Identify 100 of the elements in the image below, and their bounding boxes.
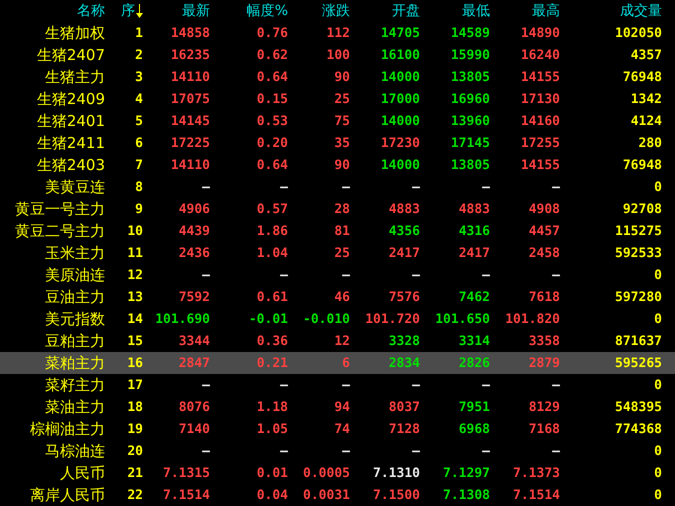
column-header[interactable]: 名称: [0, 0, 110, 22]
table-cell-text: 1.05: [256, 422, 289, 436]
table-cell-text: 2417: [388, 246, 421, 260]
table-cell-text: -0.01: [248, 312, 289, 326]
table-row[interactable]: 美原油连 12 — — — — — — 0: [0, 264, 675, 286]
instrument-name: 黄豆一号主力: [14, 200, 106, 218]
table-row[interactable]: 棕榈油主力 19 7140 1.05 74 7128 6968 7168 774368: [0, 418, 675, 440]
table-row[interactable]: 人民币 21 7.1315 0.01 0.0005 7.1310 7.1297 7.1373 0: [0, 462, 675, 484]
table-cell-text: 0.21: [256, 356, 289, 370]
table-cell-text: 871637: [614, 334, 663, 348]
instrument-name: 人民币: [59, 464, 106, 482]
instrument-name: 美元指数: [44, 310, 106, 328]
table-cell-text: —: [411, 378, 421, 392]
table-cell-text: 7.1315: [162, 466, 211, 480]
table-cell-text: —: [411, 444, 421, 458]
column-header[interactable]: 幅度%: [215, 0, 293, 22]
column-header[interactable]: 最低: [425, 0, 495, 22]
table-cell-text: —: [481, 268, 491, 282]
table-cell-text: 0.15: [256, 92, 289, 106]
table-row[interactable]: 马棕油连 20 — — — — — — 0: [0, 440, 675, 462]
table-cell-text: 9: [134, 202, 144, 216]
table-cell-text: 3314: [458, 334, 491, 348]
column-header[interactable]: 最高: [495, 0, 565, 22]
table-cell-text: 6: [341, 356, 351, 370]
table-cell-text: —: [481, 444, 491, 458]
table-cell-text: —: [201, 180, 211, 194]
instrument-name: 美原油连: [44, 266, 106, 284]
column-header[interactable]: 涨跌: [293, 0, 355, 22]
table-row[interactable]: 玉米主力 11 2436 1.04 25 2417 2417 2458 592533: [0, 242, 675, 264]
instrument-name: 生猪主力: [44, 68, 106, 86]
table-cell-text: 7.1373: [512, 466, 561, 480]
table-row[interactable]: 美元指数 14 101.690 -0.01 -0.010 101.720 101.650 101.820 0: [0, 308, 675, 330]
table-cell-text: 548395: [614, 400, 663, 414]
table-cell-text: 75: [333, 114, 351, 128]
table-cell-text: 14: [126, 312, 144, 326]
table-cell-text: 13805: [450, 158, 491, 172]
instrument-name: 离岸人民币: [29, 486, 106, 504]
table-cell-text: 2826: [458, 356, 491, 370]
table-row[interactable]: 生猪2411 6 17225 0.20 35 17230 17145 17255 280: [0, 132, 675, 154]
table-row[interactable]: 生猪主力 3 14110 0.64 90 14000 13805 14155 76948: [0, 66, 675, 88]
table-row[interactable]: 离岸人民币 22 7.1514 0.04 0.0031 7.1500 7.1308 7.1514 0: [0, 484, 675, 506]
instrument-name: 生猪2409: [36, 90, 106, 108]
table-cell-text: 8: [134, 180, 144, 194]
table-cell-text: 8129: [528, 400, 561, 414]
column-header[interactable]: 序: [110, 0, 148, 22]
table-cell-text: —: [279, 378, 289, 392]
table-row[interactable]: 生猪2403 7 14110 0.64 90 14000 13805 14155 76948: [0, 154, 675, 176]
table-cell-text: 101.650: [434, 312, 491, 326]
table-cell-text: —: [279, 268, 289, 282]
table-cell-text: 4356: [388, 224, 421, 238]
table-cell-text: 0.0005: [302, 466, 351, 480]
table-row[interactable]: 生猪加权 1 14858 0.76 112 14705 14589 14890 102050: [0, 22, 675, 44]
table-cell-text: 115275: [614, 224, 663, 238]
table-cell-text: 14145: [170, 114, 211, 128]
table-cell-text: 13: [126, 290, 144, 304]
table-cell-text: 15: [126, 334, 144, 348]
table-row[interactable]: 菜粕主力 16 2847 0.21 6 2834 2826 2879 595265: [0, 352, 675, 374]
table-cell-text: 14110: [170, 70, 211, 84]
table-cell-text: 7951: [458, 400, 491, 414]
table-row[interactable]: 生猪2407 2 16235 0.62 100 16100 15990 16240 4357: [0, 44, 675, 66]
table-cell-text: 20: [126, 444, 144, 458]
table-cell-text: 0.57: [256, 202, 289, 216]
table-cell-text: 1.86: [256, 224, 289, 238]
table-cell-text: 4124: [630, 114, 663, 128]
instrument-name: 棕榈油主力: [29, 420, 106, 438]
table-cell-text: 28: [333, 202, 351, 216]
table-row[interactable]: 生猪2401 5 14145 0.53 75 14000 13960 14160 4124: [0, 110, 675, 132]
table-cell-text: 90: [333, 70, 351, 84]
table-cell-text: 0: [653, 312, 663, 326]
table-cell-text: 4906: [178, 202, 211, 216]
table-row[interactable]: 菜油主力 18 8076 1.18 94 8037 7951 8129 548395: [0, 396, 675, 418]
table-row[interactable]: 黄豆一号主力 9 4906 0.57 28 4883 4883 4908 92708: [0, 198, 675, 220]
table-cell-text: 1: [134, 26, 144, 40]
table-cell-text: 2436: [178, 246, 211, 260]
table-cell-text: —: [411, 268, 421, 282]
table-row[interactable]: 美黄豆连 8 — — — — — — 0: [0, 176, 675, 198]
instrument-name: 菜粕主力: [44, 354, 106, 372]
table-cell-text: 7.1514: [162, 488, 211, 502]
table-row[interactable]: 菜籽主力 17 — — — — — — 0: [0, 374, 675, 396]
sort-arrow-icon: [136, 4, 143, 18]
table-row[interactable]: 豆油主力 13 7592 0.61 46 7576 7462 7618 597280: [0, 286, 675, 308]
instrument-name: 生猪2401: [36, 112, 106, 130]
table-cell-text: -0.010: [302, 312, 351, 326]
table-cell-text: 2879: [528, 356, 561, 370]
instrument-name: 生猪2403: [36, 156, 106, 174]
column-header[interactable]: 开盘: [355, 0, 425, 22]
instrument-name: 豆粕主力: [44, 332, 106, 350]
table-row[interactable]: 黄豆二号主力 10 4439 1.86 81 4356 4316 4457 115275: [0, 220, 675, 242]
table-cell-text: 22: [126, 488, 144, 502]
table-cell-text: 94: [333, 400, 351, 414]
table-row[interactable]: 生猪2409 4 17075 0.15 25 17000 16960 17130 1342: [0, 88, 675, 110]
table-cell-text: 2: [134, 48, 144, 62]
table-cell-text: 3: [134, 70, 144, 84]
table-cell-text: 17130: [520, 92, 561, 106]
table-cell-text: 7462: [458, 290, 491, 304]
column-header[interactable]: 成交量: [565, 0, 667, 22]
table-cell-text: 0.36: [256, 334, 289, 348]
table-cell-text: 3344: [178, 334, 211, 348]
column-header[interactable]: 最新: [148, 0, 215, 22]
table-row[interactable]: 豆粕主力 15 3344 0.36 12 3328 3314 3358 871637: [0, 330, 675, 352]
